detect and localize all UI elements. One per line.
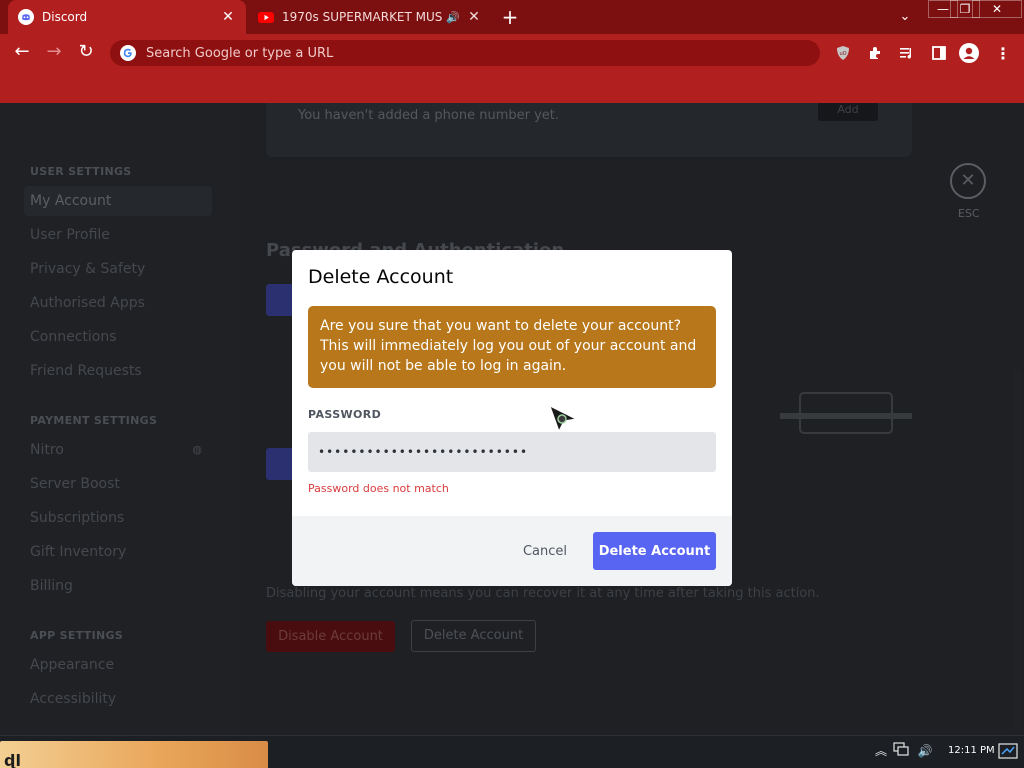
forward-arrow-icon[interactable]: → <box>42 40 66 64</box>
close-window-button[interactable]: ✕ <box>972 0 1022 18</box>
network-icon[interactable] <box>892 742 910 760</box>
sidebar-item-billing[interactable]: Billing <box>24 571 212 601</box>
delete-account-modal: Delete Account Are you sure that you wan… <box>292 250 732 586</box>
notification-center-icon[interactable] <box>998 742 1018 760</box>
password-input[interactable] <box>308 432 716 472</box>
taskbar-clock[interactable]: 12:11 PM <box>948 745 995 756</box>
tab-search-chevron-icon[interactable]: ⌄ <box>894 6 916 28</box>
preview-thumbnail-glyph: ɖl <box>4 751 21 768</box>
account-removal-description: Disabling your account means you can rec… <box>266 586 820 601</box>
omnibox-input[interactable] <box>146 45 746 61</box>
new-tab-button[interactable]: + <box>498 5 522 29</box>
media-control-icon[interactable] <box>896 42 918 64</box>
password-error-text: Password does not match <box>308 482 449 495</box>
sidebar-item-accessibility[interactable]: Accessibility <box>24 684 212 714</box>
back-arrow-icon[interactable]: ← <box>10 40 34 64</box>
password-label: PASSWORD <box>308 408 382 421</box>
sidebar-item-label: Nitro <box>30 442 64 458</box>
phone-number-text: You haven't added a phone number yet. <box>298 108 560 123</box>
close-settings-icon[interactable]: ✕ <box>950 163 986 199</box>
svg-text:uO: uO <box>839 51 846 57</box>
confirm-delete-account-button[interactable]: Delete Account <box>593 532 716 570</box>
tab-title: 1970s SUPERMARKET MUSIC <box>282 10 443 24</box>
sidebar-item-server-boost[interactable]: Server Boost <box>24 469 212 499</box>
address-bar[interactable] <box>110 40 820 66</box>
browser-menu-icon[interactable]: ⋮ <box>992 42 1014 64</box>
modal-footer: Cancel Delete Account <box>292 516 732 586</box>
sidebar-item-nitro[interactable]: Nitro ◍ <box>24 435 212 465</box>
profile-avatar-icon[interactable] <box>958 42 980 64</box>
speaker-icon[interactable]: 🔊 <box>446 11 460 24</box>
sidebar-section-payment-settings: PAYMENT SETTINGS <box>30 414 158 427</box>
sidebar-item-authorised-apps[interactable]: Authorised Apps <box>24 288 212 318</box>
nitro-badge-icon: ◍ <box>192 443 202 456</box>
mouse-cursor-icon <box>549 404 578 432</box>
ublock-extension-icon[interactable]: uO <box>832 42 854 64</box>
sidebar-section-app-settings: APP SETTINGS <box>30 629 124 642</box>
sidebar-item-connections[interactable]: Connections <box>24 322 212 352</box>
google-g-icon <box>120 45 136 61</box>
modal-title: Delete Account <box>308 266 454 288</box>
window-preview-thumbnail[interactable]: ɖl <box>0 741 268 768</box>
sidebar-section-user-settings: USER SETTINGS <box>30 165 132 178</box>
volume-icon[interactable]: 🔊 <box>916 742 934 760</box>
sidebar-item-appearance[interactable]: Appearance <box>24 650 212 680</box>
sidebar-item-gift-inventory[interactable]: Gift Inventory <box>24 537 212 567</box>
disable-account-button[interactable]: Disable Account <box>266 621 395 652</box>
phone-number-card: You haven't added a phone number yet. Ad… <box>266 103 912 157</box>
browser-tab-strip: Discord ✕ 1970s SUPERMARKET MUSIC 🔊 ✕ + … <box>0 0 1024 34</box>
discord-favicon-icon <box>18 9 34 25</box>
sidebar-item-my-account[interactable]: My Account <box>24 186 212 216</box>
close-tab-icon[interactable]: ✕ <box>220 9 236 25</box>
tab-youtube[interactable]: 1970s SUPERMARKET MUSIC 🔊 ✕ <box>250 0 490 34</box>
tab-discord[interactable]: Discord ✕ <box>8 0 246 34</box>
bookmark-bar <box>0 70 1024 103</box>
two-factor-illustration-icon <box>780 392 912 434</box>
close-tab-icon[interactable]: ✕ <box>466 9 482 25</box>
tab-title: Discord <box>42 10 88 24</box>
youtube-favicon-icon <box>258 12 274 23</box>
delete-account-outline-button[interactable]: Delete Account <box>411 620 536 652</box>
sidebar-item-privacy-safety[interactable]: Privacy & Safety <box>24 254 212 284</box>
add-phone-button[interactable]: Add <box>818 103 878 121</box>
sidebar-item-subscriptions[interactable]: Subscriptions <box>24 503 212 533</box>
sidebar-item-friend-requests[interactable]: Friend Requests <box>24 356 212 386</box>
sidebar-item-user-profile[interactable]: User Profile <box>24 220 212 250</box>
esc-label: ESC <box>958 207 980 220</box>
delete-warning-banner: Are you sure that you want to delete you… <box>308 306 716 388</box>
side-panel-icon[interactable] <box>928 42 950 64</box>
show-hidden-icons-chevron-icon[interactable]: ︽ <box>872 742 890 760</box>
content-scrollbar[interactable] <box>1014 370 1022 730</box>
extensions-puzzle-icon[interactable] <box>864 42 886 64</box>
cancel-button[interactable]: Cancel <box>510 532 580 570</box>
reload-icon[interactable]: ↻ <box>74 40 98 64</box>
